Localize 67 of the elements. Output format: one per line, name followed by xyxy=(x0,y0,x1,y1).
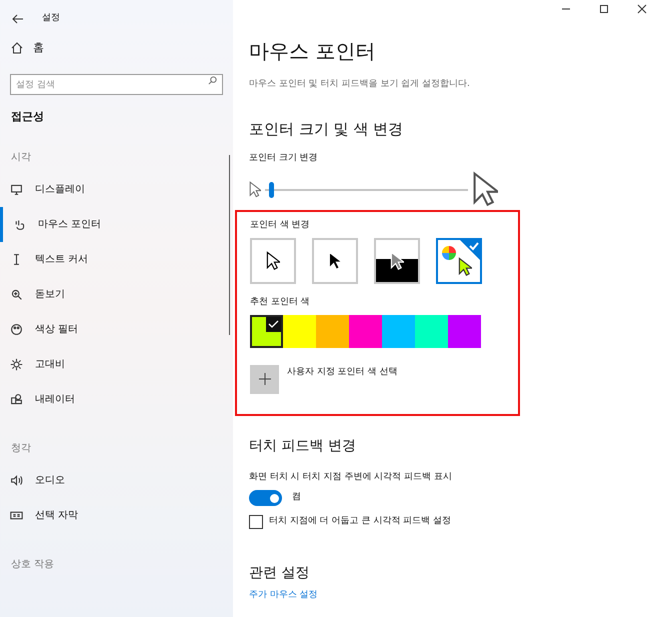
home-link[interactable]: 홈 xyxy=(0,40,233,56)
outlined-pointer-icon xyxy=(266,251,280,271)
setting-label: 추천 포인터 색 xyxy=(250,296,311,309)
check-icon xyxy=(266,316,281,332)
mouse-settings-link[interactable]: 주가 마우스 설정 xyxy=(249,589,655,602)
setting-label: 포인터 색 변경 xyxy=(250,218,311,232)
section-title: 터치 피드백 변경 xyxy=(249,436,357,456)
home-icon xyxy=(11,42,23,54)
setting-label: 포인터 크기 변경 xyxy=(249,152,319,165)
magnifier-icon xyxy=(10,288,23,300)
group-label: 상호 작용 xyxy=(10,558,56,572)
add-color-button[interactable] xyxy=(250,364,279,394)
inverted-pointer-icon xyxy=(390,251,404,271)
page-subtitle: 마우스 포인터 및 터치 피드백을 보기 쉽게 설정합니다. xyxy=(249,78,471,91)
narrator-icon xyxy=(10,392,23,406)
sidebar-item[interactable]: 오디오 xyxy=(0,462,233,498)
slider-thumb[interactable] xyxy=(269,182,274,198)
section-title: 포인터 크기 및 색 변경 xyxy=(249,118,404,140)
search-icon xyxy=(208,76,217,84)
sidebar-item[interactable]: 고대비 xyxy=(0,346,233,382)
color-swatch[interactable] xyxy=(448,314,481,348)
solid-pointer-icon xyxy=(328,251,342,271)
small-pointer-icon xyxy=(249,181,261,198)
back-arrow-icon[interactable] xyxy=(12,14,24,24)
toggle-switch[interactable] xyxy=(249,490,282,506)
color-wheel-icon xyxy=(442,246,456,260)
captions-icon xyxy=(10,508,23,522)
search-field[interactable]: 설정 검색 xyxy=(10,74,223,95)
hand-pointer-icon xyxy=(13,218,26,230)
speaker-icon xyxy=(10,474,23,486)
color-swatch[interactable] xyxy=(283,314,316,348)
pointer-style-option[interactable] xyxy=(436,238,482,284)
window-title: 설정 xyxy=(42,12,60,26)
check-corner-icon xyxy=(460,240,480,260)
pointer-style-option[interactable] xyxy=(374,238,420,284)
checkbox-label: 터치 지점에 더 어둡고 큰 시각적 피드백 설정 xyxy=(269,515,452,528)
checkbox[interactable] xyxy=(249,515,263,529)
sun-icon xyxy=(10,358,23,370)
sidebar-item[interactable]: 돋보기 xyxy=(0,276,233,312)
palette-icon xyxy=(10,322,23,336)
slider-track[interactable] xyxy=(265,182,468,198)
sidebar-item[interactable]: 디스플레이 xyxy=(0,172,233,206)
sidebar-item[interactable]: 내레이터 xyxy=(0,382,233,416)
setting-label: 화면 터치 시 터치 지점 주변에 시각적 피드백 표시 xyxy=(249,470,453,484)
section-title: 관련 설정 xyxy=(249,564,310,583)
sidebar-item[interactable]: 선택 자막 xyxy=(0,498,233,532)
sidebar-item[interactable]: 색상 필터 xyxy=(0,312,233,346)
pointer-style-option[interactable] xyxy=(250,238,296,284)
group-label: 시각 xyxy=(10,150,32,164)
color-swatch[interactable] xyxy=(349,314,382,348)
maximize-icon[interactable] xyxy=(599,4,609,14)
close-icon[interactable] xyxy=(637,4,647,14)
color-swatch[interactable] xyxy=(382,314,415,348)
large-pointer-icon xyxy=(472,171,498,208)
plus-icon xyxy=(258,373,270,385)
color-swatch[interactable] xyxy=(250,314,283,348)
color-swatch[interactable] xyxy=(415,314,448,348)
sidebar-item[interactable]: 텍스트 커서 xyxy=(0,242,233,276)
section-heading: 접근성 xyxy=(10,109,45,125)
toggle-state: 켬 xyxy=(292,491,301,504)
page-title: 마우스 포인터 xyxy=(249,38,376,65)
monitor-icon xyxy=(10,182,23,196)
pointer-style-option[interactable] xyxy=(312,238,358,284)
group-label: 청각 xyxy=(10,442,32,456)
lime-pointer-icon xyxy=(458,257,472,277)
custom-color-label[interactable]: 사용자 지정 포인터 색 선택 xyxy=(287,366,398,379)
color-swatch[interactable] xyxy=(316,314,349,348)
